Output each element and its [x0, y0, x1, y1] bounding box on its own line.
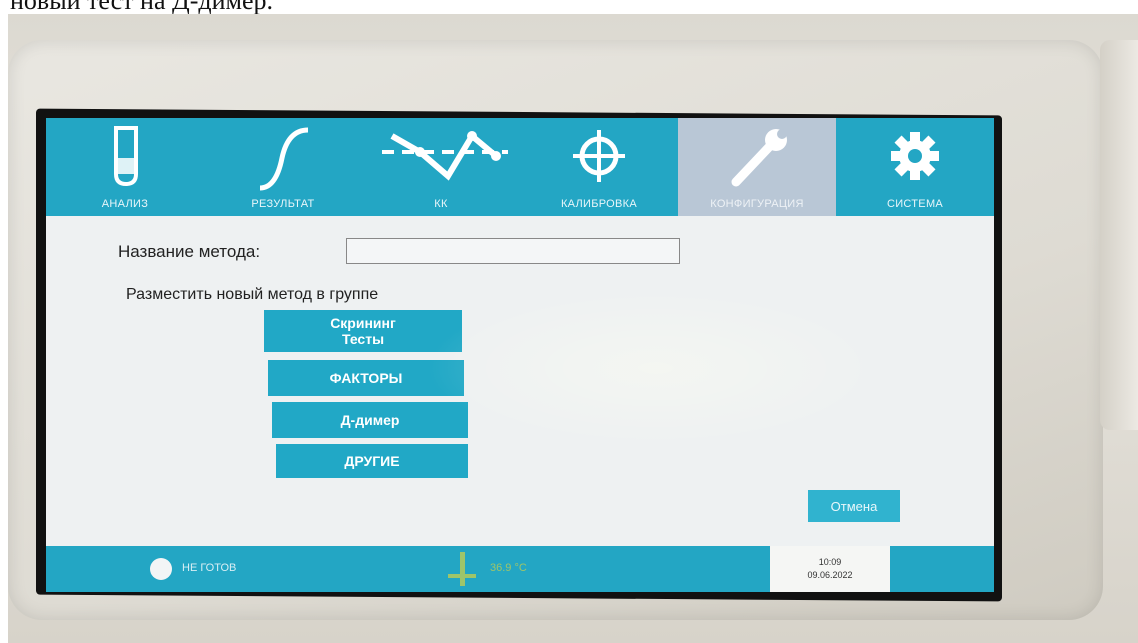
method-name-input[interactable]: [346, 238, 680, 264]
status-indicator-icon: [150, 558, 172, 580]
gear-icon: [891, 132, 939, 180]
tab-calibration-label: КАЛИБРОВКА: [560, 198, 638, 210]
thermometer-icon: [448, 552, 476, 586]
tab-results-label: РЕЗУЛЬТАТ: [251, 198, 315, 210]
tab-qc[interactable]: КК: [362, 118, 520, 216]
status-state: НЕ ГОТОВ: [182, 562, 237, 574]
clock-time: 10:09: [818, 557, 842, 567]
tab-system-label: СИСТЕМА: [886, 198, 944, 210]
curve-icon: [259, 127, 309, 191]
tab-analysis[interactable]: АНАЛИЗ: [46, 118, 204, 216]
top-nav-bar: АНАЛИЗ РЕЗУЛЬТАТ КК КАЛИБРОВКА КОНФИГУРА…: [46, 118, 994, 216]
status-bar: НЕ ГОТОВ 36.9 °C 10:09 09.06.2022: [46, 546, 994, 592]
group-select-label: Разместить новый метод в группе: [126, 286, 379, 303]
tab-system[interactable]: СИСТЕМА: [836, 118, 994, 216]
group-factors-button[interactable]: ФАКТОРЫ: [268, 360, 464, 396]
group-ddimer-button[interactable]: Д-димер: [272, 402, 468, 438]
device-side-panel: [1100, 40, 1138, 430]
tab-analysis-label: АНАЛИЗ: [101, 198, 149, 210]
tab-configuration-label: КОНФИГУРАЦИЯ: [710, 198, 804, 210]
tab-calibration[interactable]: КАЛИБРОВКА: [520, 118, 678, 216]
tab-qc-label: КК: [434, 198, 448, 210]
screen-glare: [426, 288, 886, 448]
qc-chart-icon: [382, 131, 508, 181]
group-other-button[interactable]: ДРУГИЕ: [276, 444, 468, 478]
tab-configuration[interactable]: КОНФИГУРАЦИЯ: [678, 118, 836, 216]
touch-screen: АНАЛИЗ РЕЗУЛЬТАТ КК КАЛИБРОВКА КОНФИГУРА…: [46, 118, 994, 592]
group-screening-line1: Скрининг: [330, 315, 396, 331]
tab-results[interactable]: РЕЗУЛЬТАТ: [204, 118, 362, 216]
method-name-label: Название метода:: [118, 242, 261, 261]
wrench-icon: [731, 129, 787, 187]
crosshair-icon: [573, 130, 625, 182]
clock: 10:09 09.06.2022: [770, 546, 890, 592]
cancel-button[interactable]: Отмена: [808, 490, 900, 522]
group-screening-button[interactable]: Скрининг Тесты: [264, 310, 462, 352]
clock-date: 09.06.2022: [807, 570, 853, 580]
group-screening-line2: Тесты: [341, 331, 385, 347]
temperature-readout: 36.9 °C: [490, 562, 527, 574]
test-tube-icon: [114, 126, 138, 187]
